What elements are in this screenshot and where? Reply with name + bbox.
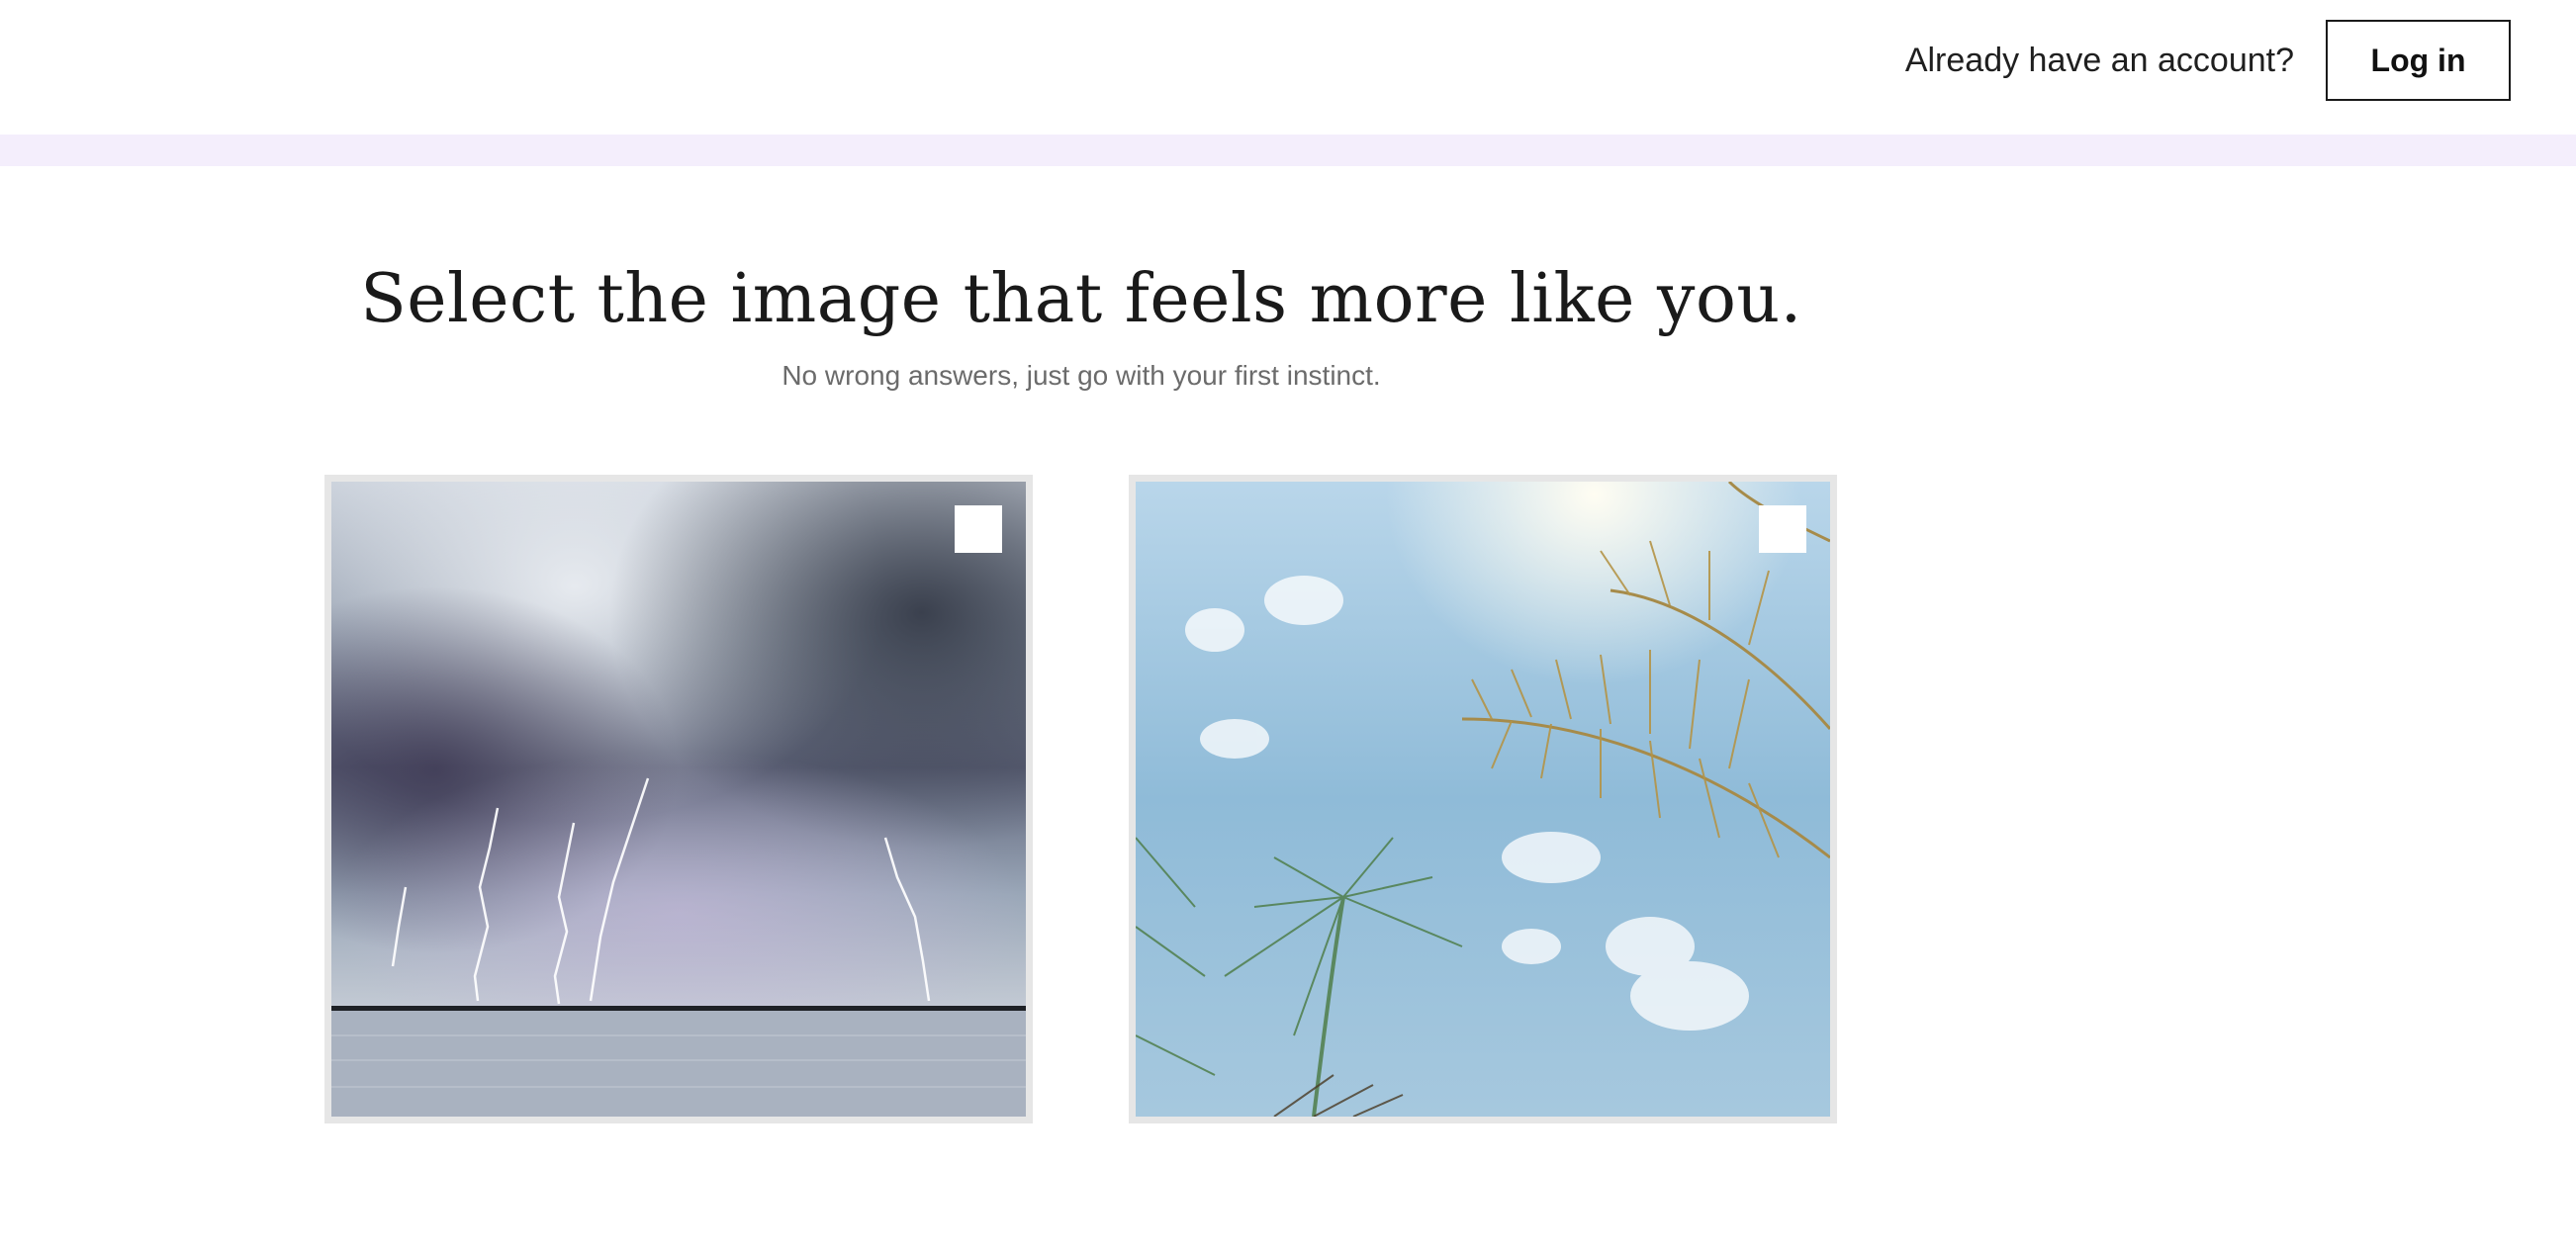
storm-lightning-image <box>331 482 1026 1117</box>
top-header: Already have an account? Log in <box>0 0 2576 135</box>
page-subtitle: No wrong answers, just go with your firs… <box>782 360 1381 391</box>
select-checkbox-storm[interactable] <box>955 505 1002 553</box>
progress-band <box>0 135 2576 166</box>
page-title: Select the image that feels more like yo… <box>360 260 1802 338</box>
image-option-storm[interactable] <box>324 475 1033 1123</box>
image-option-palms[interactable] <box>1129 475 1837 1123</box>
palm-trees-image <box>1136 482 1830 1117</box>
account-prompt: Already have an account? <box>1904 42 2294 79</box>
login-button[interactable]: Log in <box>2326 20 2511 101</box>
select-checkbox-palms[interactable] <box>1759 505 1806 553</box>
